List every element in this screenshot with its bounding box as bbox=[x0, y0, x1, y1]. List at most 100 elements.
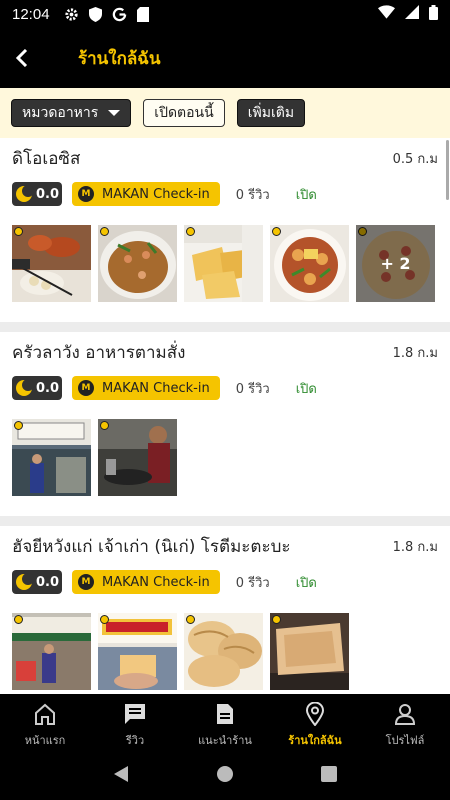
makan-badge-icon bbox=[14, 615, 23, 624]
restaurant-card[interactable]: ครัวลาวัง อาหารตามสั่ง 1.8 ก.ม 0.0 M MAK… bbox=[0, 332, 450, 516]
checkin-label: MAKAN Check-in bbox=[102, 380, 210, 396]
restaurant-card[interactable]: ดิโอเอซิส 0.5 ก.ม 0.0 M MAKAN Check-in 0… bbox=[0, 138, 450, 322]
food-photo-salad[interactable] bbox=[270, 225, 349, 302]
back-arrow-icon bbox=[15, 49, 28, 67]
sd-card-icon bbox=[136, 6, 149, 22]
photo-strip bbox=[12, 403, 438, 516]
restaurant-distance: 1.8 ก.ม bbox=[392, 539, 438, 555]
location-pin-icon bbox=[306, 701, 324, 727]
checkin-badge[interactable]: M MAKAN Check-in bbox=[72, 570, 220, 594]
roti-stall-photo[interactable] bbox=[12, 613, 91, 690]
open-now-filter-button[interactable]: เปิดตอนนี้ bbox=[143, 99, 225, 127]
makan-badge-icon bbox=[100, 615, 109, 624]
makan-badge-icon bbox=[100, 227, 109, 236]
photo-strip: + 2 bbox=[12, 209, 438, 322]
checkin-badge[interactable]: M MAKAN Check-in bbox=[72, 376, 220, 400]
nav-item-nearby[interactable]: ร้านใกล้ฉัน bbox=[270, 694, 360, 752]
gear-icon bbox=[64, 7, 79, 22]
more-filters-label: เพิ่มเติม bbox=[247, 105, 295, 121]
rating-badge: 0.0 bbox=[12, 182, 62, 206]
triangle-back-icon bbox=[114, 766, 129, 782]
scrollbar[interactable] bbox=[446, 140, 449, 200]
makan-badge-icon bbox=[272, 227, 281, 236]
filter-bar: หมวดอาหาร เปิดตอนนี้ เพิ่มเติม bbox=[0, 88, 450, 138]
nav-item-review[interactable]: รีวิว bbox=[90, 694, 180, 752]
nav-label-recommend: แนะนำร้าน bbox=[198, 734, 252, 747]
restaurant-name[interactable]: ครัวลาวัง อาหารตามสั่ง bbox=[12, 339, 185, 366]
document-icon bbox=[216, 701, 234, 727]
makan-badge-icon bbox=[186, 615, 195, 624]
status-bar: 12:04 bbox=[0, 0, 450, 28]
checkin-label: MAKAN Check-in bbox=[102, 574, 210, 590]
murtabak-photo[interactable] bbox=[270, 613, 349, 690]
roti-sign-photo[interactable] bbox=[98, 613, 177, 690]
makan-badge-icon bbox=[100, 421, 109, 430]
nav-item-recommend[interactable]: แนะนำร้าน bbox=[180, 694, 270, 752]
wifi-icon bbox=[378, 5, 395, 23]
restaurant-name[interactable]: ฮัจยีหวังแก่ เจ้าเก่า (นิเก่) โรตีมะตะบะ bbox=[12, 533, 291, 560]
open-status: เปิด bbox=[295, 187, 317, 203]
system-home-button[interactable] bbox=[216, 765, 234, 787]
more-photos-count: + 2 bbox=[356, 225, 435, 302]
food-photo-fried-tofu[interactable] bbox=[184, 225, 263, 302]
makan-badge-icon bbox=[186, 227, 195, 236]
rating-value: 0.0 bbox=[36, 186, 60, 202]
rating-badge: 0.0 bbox=[12, 376, 62, 400]
makan-badge-icon bbox=[272, 615, 281, 624]
food-photo-fried-rice[interactable] bbox=[98, 225, 177, 302]
makan-badge-icon bbox=[14, 227, 23, 236]
category-filter-dropdown[interactable]: หมวดอาหาร bbox=[11, 99, 132, 127]
crescent-moon-icon bbox=[16, 185, 34, 202]
system-recents-button[interactable] bbox=[320, 766, 337, 786]
status-time: 12:04 bbox=[12, 5, 50, 23]
makan-logo-icon: M bbox=[78, 574, 94, 590]
nav-label-nearby: ร้านใกล้ฉัน bbox=[288, 734, 342, 747]
shield-icon bbox=[88, 6, 102, 22]
crispy-roti-photo[interactable] bbox=[184, 613, 263, 690]
restaurant-distance: 1.8 ก.ม bbox=[392, 345, 438, 361]
nav-label-review: รีวิว bbox=[125, 734, 145, 747]
back-button[interactable] bbox=[0, 28, 44, 88]
makan-logo-icon: M bbox=[78, 186, 94, 202]
page-title: ร้านใกล้ฉัน bbox=[78, 48, 161, 69]
app-bar: ร้านใกล้ฉัน bbox=[0, 28, 450, 88]
person-icon bbox=[394, 701, 416, 727]
restaurant-card[interactable]: ฮัจยีหวังแก่ เจ้าเก่า (นิเก่) โรตีมะตะบะ… bbox=[0, 526, 450, 694]
restaurant-name[interactable]: ดิโอเอซิส bbox=[12, 145, 80, 172]
system-navigation-bar bbox=[0, 752, 450, 800]
chevron-down-icon bbox=[108, 110, 121, 116]
nav-item-profile[interactable]: โปรไฟล์ bbox=[360, 694, 450, 752]
food-photo-pizza[interactable]: + 2 bbox=[356, 225, 435, 302]
system-back-button[interactable] bbox=[113, 765, 129, 787]
rating-value: 0.0 bbox=[36, 574, 60, 590]
checkin-label: MAKAN Check-in bbox=[102, 186, 210, 202]
google-icon bbox=[112, 7, 127, 22]
rating-value: 0.0 bbox=[36, 380, 60, 396]
review-count: 0 รีวิว bbox=[235, 187, 270, 203]
review-icon bbox=[124, 701, 146, 727]
photo-strip bbox=[12, 597, 438, 694]
restaurant-list[interactable]: ดิโอเอซิส 0.5 ก.ม 0.0 M MAKAN Check-in 0… bbox=[0, 138, 450, 694]
storefront-photo[interactable] bbox=[12, 419, 91, 496]
battery-icon bbox=[429, 4, 438, 24]
category-filter-label: หมวดอาหาร bbox=[22, 105, 99, 121]
open-now-filter-label: เปิดตอนนี้ bbox=[154, 105, 214, 121]
makan-logo-icon: M bbox=[78, 380, 94, 396]
crescent-moon-icon bbox=[16, 573, 34, 590]
restaurant-distance: 0.5 ก.ม bbox=[392, 151, 438, 167]
open-status: เปิด bbox=[295, 575, 317, 591]
review-count: 0 รีวิว bbox=[235, 575, 270, 591]
review-count: 0 รีวิว bbox=[235, 381, 270, 397]
home-icon bbox=[33, 701, 57, 727]
open-status: เปิด bbox=[295, 381, 317, 397]
circle-home-icon bbox=[216, 766, 233, 782]
more-filters-button[interactable]: เพิ่มเติม bbox=[236, 99, 306, 127]
crescent-moon-icon bbox=[16, 379, 34, 396]
chef-cooking-photo[interactable] bbox=[98, 419, 177, 496]
nav-label-profile: โปรไฟล์ bbox=[385, 734, 425, 747]
square-recents-icon bbox=[320, 766, 337, 782]
checkin-badge[interactable]: M MAKAN Check-in bbox=[72, 182, 220, 206]
nav-item-home[interactable]: หน้าแรก bbox=[0, 694, 90, 752]
nav-label-home: หน้าแรก bbox=[24, 734, 66, 747]
food-photo-skewers[interactable] bbox=[12, 225, 91, 302]
